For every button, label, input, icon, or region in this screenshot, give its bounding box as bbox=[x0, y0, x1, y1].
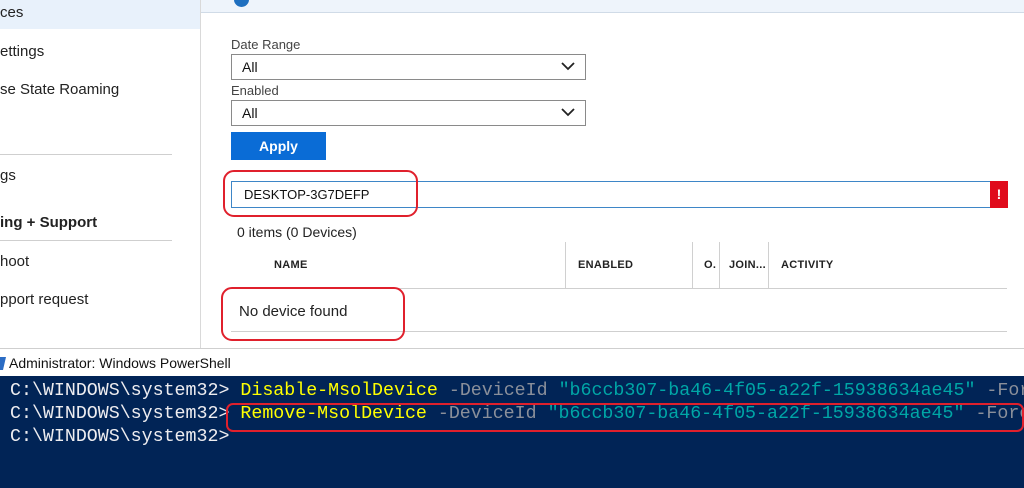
sidebar-section-heading: ing + Support bbox=[0, 213, 200, 233]
blade-header-strip bbox=[201, 0, 1024, 13]
console-cmdlet: Disable-MsolDevice bbox=[240, 381, 438, 401]
console-argument: "b6ccb307-ba46-4f05-a22f-15938634ae45" bbox=[547, 404, 965, 424]
sidebar-item-logs[interactable]: gs bbox=[0, 166, 200, 186]
date-range-label: Date Range bbox=[231, 37, 301, 52]
sidebar-item-label: gs bbox=[0, 167, 16, 184]
column-divider[interactable] bbox=[768, 242, 769, 288]
empty-state-message: No device found bbox=[239, 303, 348, 320]
console-flag: -Force bbox=[975, 404, 1024, 424]
column-header-os[interactable]: O. bbox=[704, 259, 716, 271]
column-header-name[interactable]: NAME bbox=[274, 259, 308, 271]
sidebar-item-support-request[interactable]: pport request bbox=[0, 290, 200, 310]
chevron-down-icon bbox=[561, 108, 575, 117]
console-prompt: C:\WINDOWS\system32> bbox=[10, 404, 241, 424]
sidebar-heading-label: ing + Support bbox=[0, 214, 98, 231]
enabled-value: All bbox=[242, 105, 258, 121]
sidebar-item-devices[interactable]: ces bbox=[0, 0, 200, 29]
column-divider[interactable] bbox=[719, 242, 720, 288]
column-header-join-type[interactable]: JOIN... bbox=[729, 259, 766, 271]
sidebar-item-label: pport request bbox=[0, 291, 89, 308]
azure-portal-pane: ces ettings se State Roaming gs ing + Su… bbox=[0, 0, 1024, 348]
console-parameter: -DeviceId bbox=[426, 404, 548, 424]
column-header-activity[interactable]: ACTIVITY bbox=[781, 259, 834, 271]
sidebar-divider bbox=[0, 154, 172, 155]
info-icon bbox=[234, 0, 249, 7]
chevron-down-icon bbox=[561, 62, 575, 71]
console-line: C:\WINDOWS\system32> Disable-MsolDevice … bbox=[10, 380, 1024, 402]
search-value: DESKTOP-3G7DEFP bbox=[244, 187, 370, 202]
enabled-label: Enabled bbox=[231, 83, 279, 98]
error-icon: ! bbox=[990, 181, 1008, 208]
date-range-value: All bbox=[242, 59, 258, 75]
console-line: C:\WINDOWS\system32> Remove-MsolDevice -… bbox=[10, 403, 1024, 425]
powershell-titlebar: Administrator: Windows PowerShell bbox=[0, 348, 1024, 377]
window-title: Administrator: Windows PowerShell bbox=[9, 355, 231, 371]
console-flag: -Force bbox=[986, 381, 1024, 401]
table-header-divider bbox=[231, 288, 1007, 289]
table-bottom-divider bbox=[231, 331, 1007, 332]
sidebar-divider bbox=[0, 240, 172, 241]
powershell-console[interactable]: C:\WINDOWS\system32> Disable-MsolDevice … bbox=[0, 376, 1024, 488]
console-line: C:\WINDOWS\system32> bbox=[10, 426, 229, 448]
sidebar-item-label: se State Roaming bbox=[0, 81, 120, 98]
sidebar-nav: ces ettings se State Roaming gs ing + Su… bbox=[0, 0, 201, 348]
console-cmdlet: Remove-MsolDevice bbox=[240, 404, 427, 424]
enabled-select[interactable]: All bbox=[231, 100, 586, 126]
console-prompt: C:\WINDOWS\system32> bbox=[10, 427, 230, 447]
sidebar-item-label: ettings bbox=[0, 43, 45, 60]
apply-button[interactable]: Apply bbox=[231, 132, 326, 160]
column-header-enabled[interactable]: ENABLED bbox=[578, 259, 633, 271]
console-prompt: C:\WINDOWS\system32> bbox=[10, 381, 241, 401]
device-search-input[interactable]: DESKTOP-3G7DEFP bbox=[231, 181, 1007, 208]
sidebar-item-label: hoot bbox=[0, 253, 30, 270]
sidebar-item-label: ces bbox=[0, 4, 24, 21]
sidebar-item-troubleshoot[interactable]: hoot bbox=[0, 252, 200, 272]
date-range-select[interactable]: All bbox=[231, 54, 586, 80]
console-parameter: -DeviceId bbox=[437, 381, 559, 401]
powershell-icon bbox=[0, 357, 6, 370]
result-count: 0 items (0 Devices) bbox=[237, 224, 357, 240]
console-argument: "b6ccb307-ba46-4f05-a22f-15938634ae45" bbox=[558, 381, 976, 401]
sidebar-item-state-roaming[interactable]: se State Roaming bbox=[0, 80, 200, 100]
column-divider[interactable] bbox=[565, 242, 566, 288]
sidebar-item-settings[interactable]: ettings bbox=[0, 42, 200, 62]
devices-blade: Date Range All Enabled All Apply DESKTOP… bbox=[201, 0, 1024, 348]
column-divider[interactable] bbox=[692, 242, 693, 288]
